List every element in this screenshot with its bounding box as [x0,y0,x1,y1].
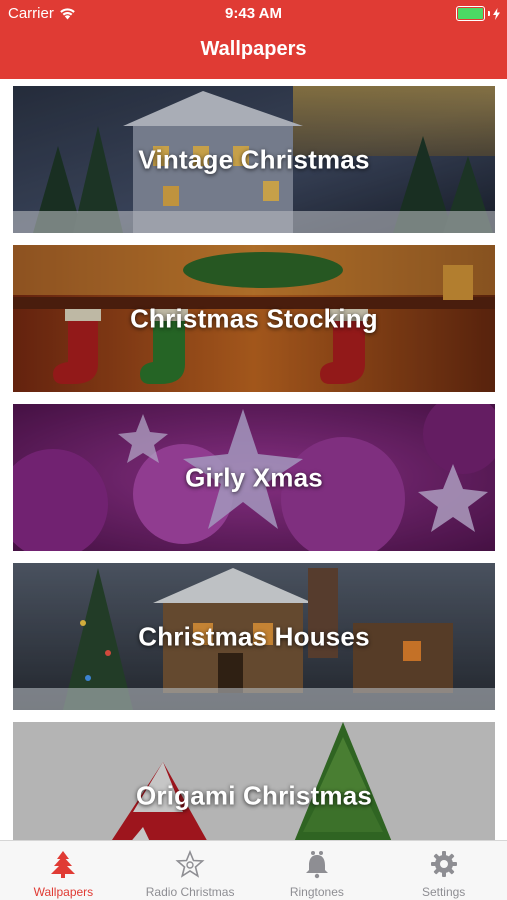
page-title: Wallpapers [200,38,307,60]
category-title: Girly Xmas [185,462,323,492]
category-title: Origami Christmas [135,780,373,810]
tab-ringtones[interactable]: Ringtones [254,841,381,900]
app-screen: Carrier 9:43 AM Wallpapers Vintage Chris… [0,0,507,900]
tab-label: Radio Christmas [145,885,235,899]
battery-indicator [456,6,500,21]
category-card-christmas-stocking[interactable]: Christmas Stocking [13,245,495,392]
bell-icon [305,851,328,879]
category-card-girly-xmas[interactable]: Girly Xmas [13,404,495,551]
navigation-bar: Carrier 9:43 AM Wallpapers [0,0,507,79]
tab-wallpapers[interactable]: Wallpapers [0,841,127,900]
star-icon [175,849,205,878]
category-list: Vintage Christmas Christmas Stocking Gir… [13,86,495,881]
battery-tip [488,11,490,16]
gear-icon [430,851,457,877]
category-title: Vintage Christmas [138,144,370,174]
tab-radio-christmas[interactable]: Radio Christmas [127,841,254,900]
tab-settings[interactable]: Settings [380,841,507,900]
tab-label: Wallpapers [33,885,94,899]
charging-bolt-icon [493,7,500,20]
tab-label: Settings [421,885,466,899]
category-card-vintage-christmas[interactable]: Vintage Christmas [13,86,495,233]
battery-icon [456,6,485,21]
clock: 9:43 AM [225,5,282,22]
tab-label: Ringtones [289,885,344,899]
battery-level-fill [458,8,483,19]
category-card-christmas-houses[interactable]: Christmas Houses [13,563,495,710]
category-title: Christmas Houses [138,621,370,651]
category-title: Christmas Stocking [130,303,378,333]
tab-bar: Wallpapers Radio Christmas Ringtones Set… [0,840,507,900]
tree-icon [51,851,76,878]
status-bar: Carrier 9:43 AM [0,0,507,28]
